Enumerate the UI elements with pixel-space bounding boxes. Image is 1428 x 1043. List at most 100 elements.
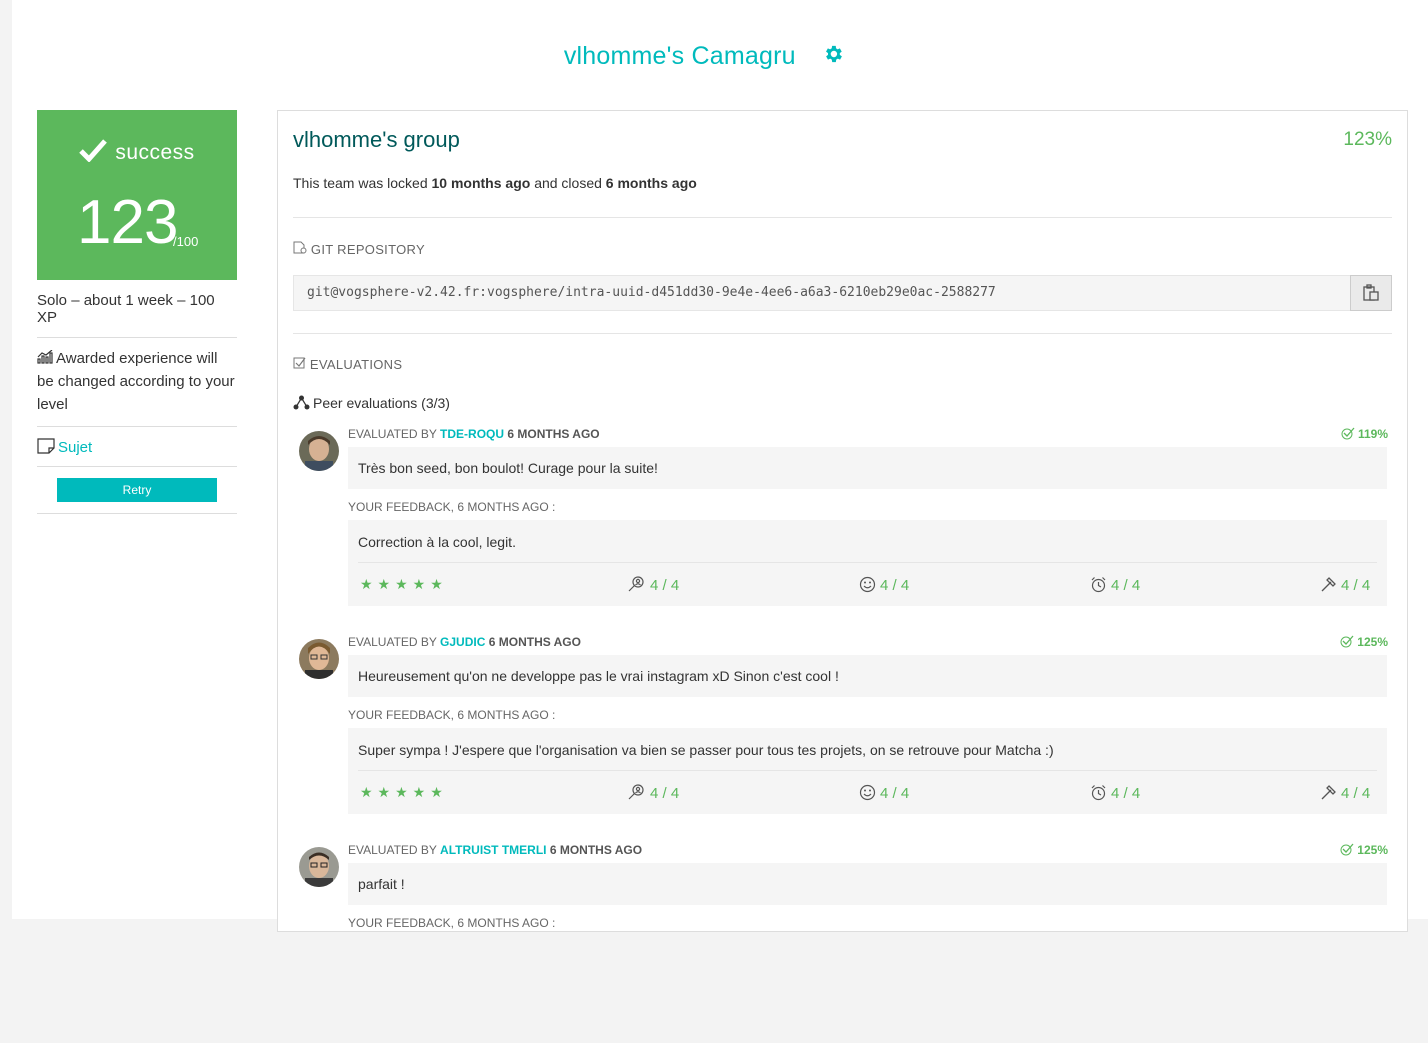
evaluator-line: EVALUATED BY TDE-ROQU 6 MONTHS AGO <box>348 427 600 441</box>
hammer-icon <box>1321 785 1336 800</box>
comment-text: Très bon seed, bon boulot! Curage pour l… <box>358 460 658 476</box>
check-circle-icon <box>1341 427 1355 440</box>
evaluator-comment: parfait ! <box>348 863 1387 905</box>
evaluator-login[interactable]: TDE-ROQU <box>440 427 504 441</box>
star-rating: ★★★★★ <box>360 576 448 592</box>
rating-interested: 4 / 4 <box>628 784 679 802</box>
evaluation-time: 6 MONTHS AGO <box>549 843 643 857</box>
evaluation-item: EVALUATED BY TDE-ROQU 6 MONTHS AGO 119% … <box>293 419 1392 627</box>
gear-icon[interactable] <box>822 43 844 70</box>
final-score: 123 <box>77 188 178 257</box>
rating-rigorous: 4 / 4 <box>1320 784 1370 802</box>
magnifier-person-icon <box>628 784 644 800</box>
evaluation-score: 119% <box>1341 427 1388 441</box>
network-icon <box>293 395 310 410</box>
evaluator-comment: Heureusement qu'on ne developpe pas le v… <box>348 655 1387 697</box>
group-percent: 123% <box>1343 129 1392 150</box>
status-text: success <box>115 141 195 164</box>
alarm-clock-icon <box>1091 785 1106 801</box>
lock-mid: and closed <box>534 175 602 191</box>
checkbox-icon <box>293 357 306 369</box>
evaluation-item: EVALUATED BY ALTRUIST TMERLI 6 MONTHS AG… <box>293 835 1392 1043</box>
comment-text: Heureusement qu'on ne developpe pas le v… <box>358 668 839 684</box>
avatar[interactable] <box>299 431 339 471</box>
git-section-label: GIT REPOSITORY <box>293 241 425 257</box>
rating-punctuality: 4 / 4 <box>1090 784 1140 802</box>
clipboard-icon <box>1363 284 1379 301</box>
project-meta: Solo – about 1 week – 100 XP <box>37 280 237 338</box>
git-url[interactable]: git@vogsphere-v2.42.fr:vogsphere/intra-u… <box>307 285 996 300</box>
retry-row: Retry <box>37 467 237 514</box>
evaluated-by-label: EVALUATED BY <box>348 843 437 857</box>
score-card: success 123 /100 <box>37 110 237 280</box>
rating-value: 4 / 4 <box>1111 577 1141 594</box>
status-badge: success <box>37 138 237 165</box>
team-status-line: This team was locked 10 months ago and c… <box>293 175 697 191</box>
git-url-field[interactable]: git@vogsphere-v2.42.fr:vogsphere/intra-u… <box>293 275 1392 311</box>
evaluation-score: 125% <box>1340 843 1388 857</box>
evaluator-comment: Très bon seed, bon boulot! Curage pour l… <box>348 447 1387 489</box>
divider <box>293 333 1392 334</box>
comment-text: parfait ! <box>358 876 405 892</box>
rating-value: 4 / 4 <box>880 577 910 594</box>
rating-rigorous: 4 / 4 <box>1320 576 1370 594</box>
feedback-text: Correction à la cool, legit. <box>358 534 516 550</box>
evaluations-label-text: EVALUATIONS <box>309 357 403 372</box>
evaluations-section-label: EVALUATIONS <box>293 357 402 372</box>
rating-interested: 4 / 4 <box>628 576 679 594</box>
check-icon <box>79 139 108 163</box>
feedback-text: Super sympa ! J'espere que l'organisatio… <box>358 742 1054 758</box>
avatar[interactable] <box>299 639 339 679</box>
rating-value: 4 / 4 <box>650 577 680 594</box>
score-max: /100 <box>173 234 199 249</box>
evaluator-line: EVALUATED BY GJUDIC 6 MONTHS AGO <box>348 635 581 649</box>
smiley-icon <box>859 576 876 593</box>
rating-value: 4 / 4 <box>1111 785 1141 802</box>
evaluated-by-label: EVALUATED BY <box>348 427 437 441</box>
avatar[interactable] <box>299 847 339 887</box>
alarm-clock-icon <box>1091 577 1106 593</box>
locked-ago: 10 months ago <box>431 175 531 191</box>
page-header: vlhomme's Camagru <box>12 42 1396 71</box>
rating-value: 4 / 4 <box>880 785 910 802</box>
evaluator-login[interactable]: ALTRUIST TMERLI <box>440 843 546 857</box>
feedback-box: Correction à la cool, legit. ★★★★★ 4 / 4… <box>348 520 1387 606</box>
git-label-text: GIT REPOSITORY <box>310 242 425 257</box>
closed-ago: 6 months ago <box>605 175 697 191</box>
evaluation-percent: 119% <box>1357 427 1388 441</box>
page: vlhomme's Camagru success 123 /100 Solo … <box>12 0 1428 932</box>
evaluation-item: EVALUATED BY GJUDIC 6 MONTHS AGO 125% He… <box>293 627 1392 835</box>
peer-evaluations-heading: Peer evaluations (3/3) <box>293 395 450 411</box>
divider <box>358 770 1377 771</box>
team-panel: vlhomme's group 123% This team was locke… <box>277 110 1408 932</box>
evaluation-score: 125% <box>1340 635 1388 649</box>
magnifier-person-icon <box>628 576 644 592</box>
hammer-icon <box>1321 577 1336 592</box>
page-title: vlhomme's Camagru <box>563 42 796 70</box>
rating-value: 4 / 4 <box>650 785 680 802</box>
sujet-link[interactable]: Sujet <box>58 439 92 456</box>
evaluation-time: 6 MONTHS AGO <box>488 635 581 649</box>
rating-nice: 4 / 4 <box>859 784 909 802</box>
chart-icon <box>37 349 53 364</box>
xp-note: Awarded experience will be changed accor… <box>37 338 237 427</box>
rating-value: 4 / 4 <box>1341 785 1371 802</box>
xp-note-text: Awarded experience will be changed accor… <box>37 350 235 413</box>
rating-nice: 4 / 4 <box>859 576 909 594</box>
retry-button[interactable]: Retry <box>57 478 217 502</box>
file-code-icon <box>293 241 307 254</box>
rating-punctuality: 4 / 4 <box>1090 576 1140 594</box>
evaluation-percent: 125% <box>1357 843 1388 857</box>
check-circle-icon <box>1340 843 1354 856</box>
peer-evaluations-label: Peer evaluations (3/3) <box>313 395 450 411</box>
sujet-row: Sujet <box>37 427 237 467</box>
feedback-heading: YOUR FEEDBACK, 6 MONTHS AGO : <box>348 500 556 514</box>
copy-button[interactable] <box>1350 275 1392 311</box>
check-circle-icon <box>1340 635 1354 648</box>
evaluated-by-label: EVALUATED BY <box>348 635 437 649</box>
smiley-icon <box>859 784 876 801</box>
evaluation-percent: 125% <box>1357 635 1388 649</box>
divider <box>358 562 1377 563</box>
feedback-box: Super sympa ! J'espere que l'organisatio… <box>348 728 1387 814</box>
evaluator-login[interactable]: GJUDIC <box>440 635 485 649</box>
